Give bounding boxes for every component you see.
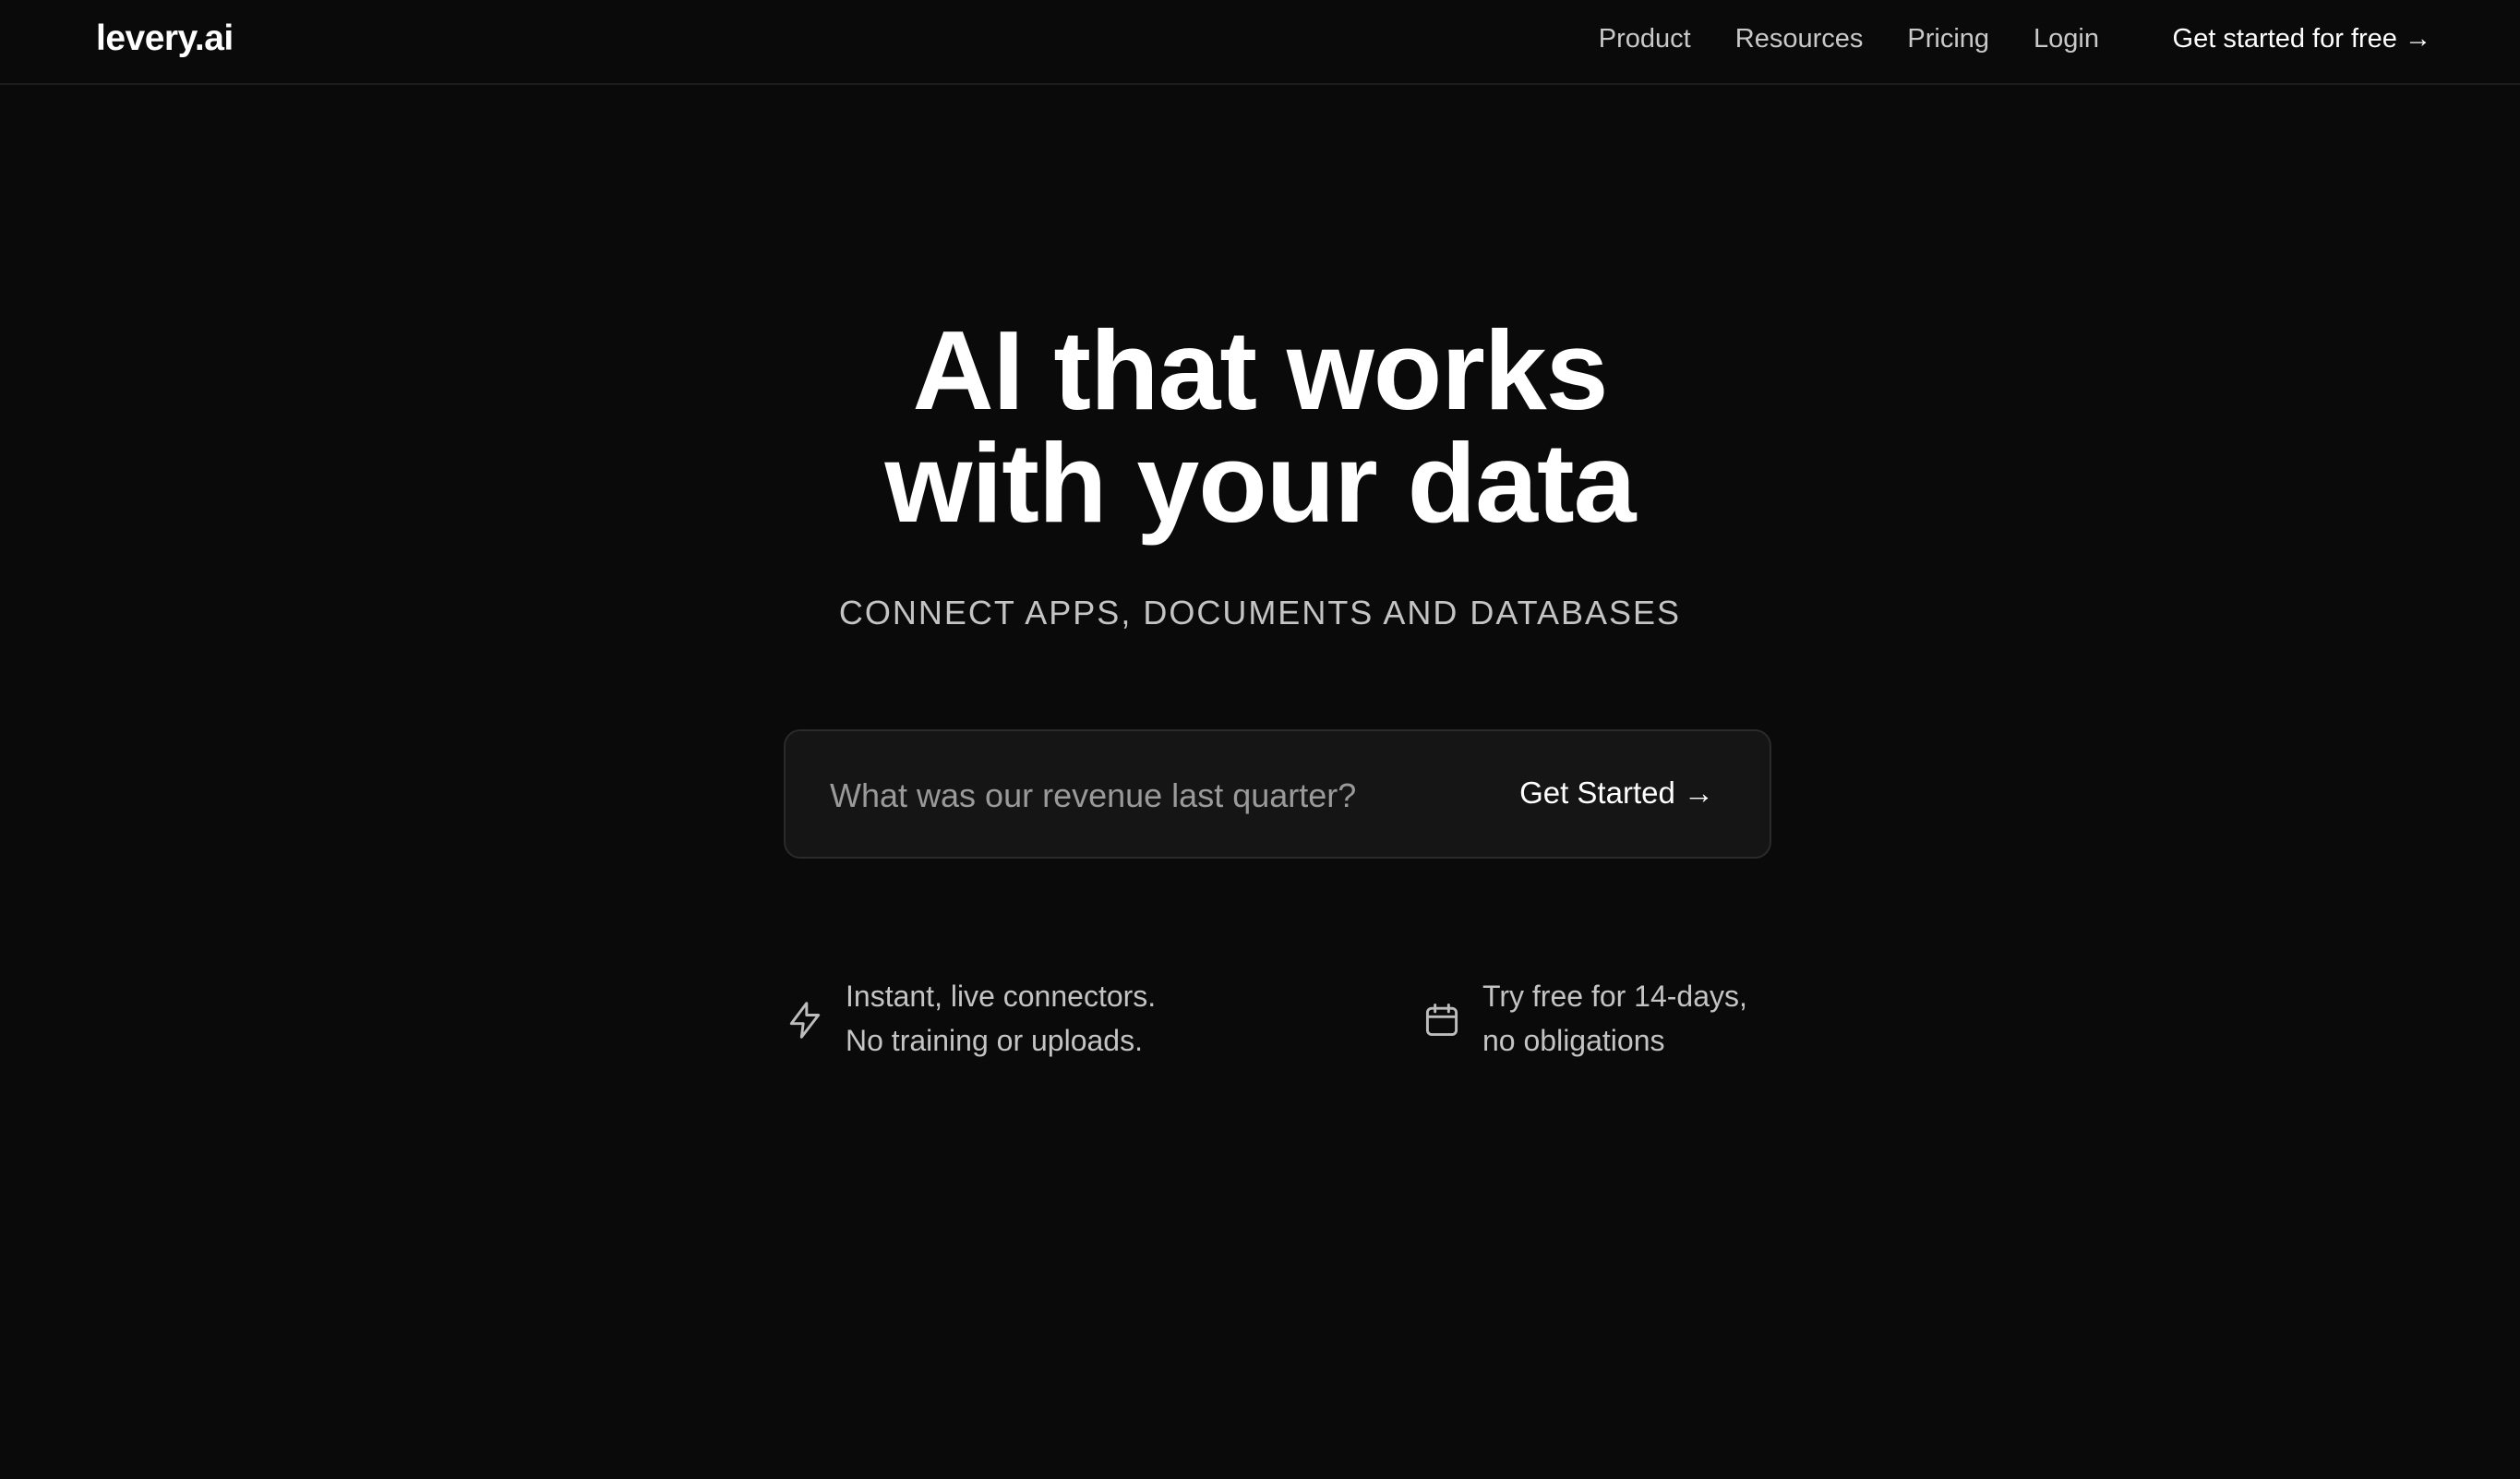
feature-free-trial: Try free for 14-days, no obligations [1422, 974, 1747, 1063]
get-started-button[interactable]: Get Started → [1519, 776, 1714, 811]
top-nav: levery.ai Product Resources Pricing Logi… [0, 0, 2520, 85]
feature-line-1: Try free for 14-days, [1482, 980, 1747, 1013]
hero-title-line-1: AI that works [912, 307, 1608, 433]
hero-subtitle: CONNECT APPS, DOCUMENTS AND DATABASES [838, 594, 1682, 631]
feature-line-2: no obligations [1482, 1024, 1665, 1057]
page: levery.ai Product Resources Pricing Logi… [0, 0, 2520, 1479]
nav-link-resources[interactable]: Resources [1735, 24, 1864, 54]
feature-line-2: No training or uploads. [846, 1024, 1143, 1057]
prompt-input[interactable] [830, 768, 1421, 824]
get-started-free-link[interactable]: Get started for free → [2173, 24, 2431, 54]
calendar-icon [1425, 1004, 1458, 1037]
hero-title: AI that works with your data [0, 314, 2520, 539]
nav-link-pricing[interactable]: Pricing [1907, 24, 1989, 54]
nav-link-product[interactable]: Product [1599, 24, 1691, 54]
lightning-icon [789, 1002, 821, 1039]
feature-text: Instant, live connectors. No training or… [846, 974, 1156, 1063]
nav-links: Product Resources Pricing Login [1599, 24, 2099, 54]
feature-line-1: Instant, live connectors. [846, 980, 1157, 1013]
nav-link-login[interactable]: Login [2034, 24, 2099, 54]
hero-title-line-2: with your data [884, 420, 1637, 546]
hero: AI that works with your data CONNECT APP… [0, 314, 2520, 631]
prompt-box: Get Started → [784, 729, 1771, 859]
logo[interactable]: levery.ai [96, 18, 234, 59]
feature-text: Try free for 14-days, no obligations [1482, 974, 1747, 1063]
feature-live-connectors: Instant, live connectors. No training or… [785, 974, 1156, 1063]
